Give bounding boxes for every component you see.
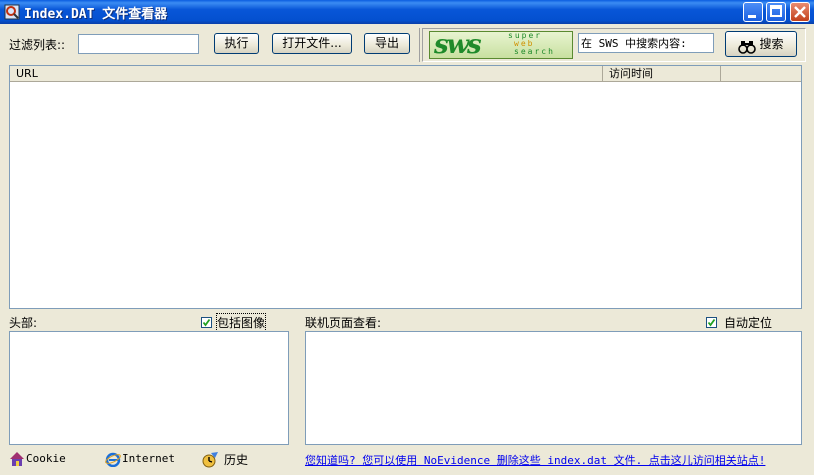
sws-search-button[interactable]: 搜索 [725, 31, 797, 57]
minimize-icon [748, 15, 756, 18]
binoculars-icon [738, 38, 757, 54]
url-list[interactable]: URL 访问时间 [9, 65, 802, 309]
window-title: Index.DAT 文件查看器 [24, 7, 168, 22]
noevidence-link[interactable]: 您知道吗? 您可以使用 NoEvidence 删除这些 index.dat 文件… [305, 452, 765, 468]
sws-search-label: 搜索 [759, 37, 784, 51]
headers-panel[interactable] [9, 331, 289, 445]
minimize-button[interactable] [743, 2, 763, 22]
column-header-url[interactable]: URL [10, 66, 603, 82]
filter-label: 过滤列表:: [9, 38, 66, 52]
history-icon [201, 451, 219, 472]
title-bar[interactable]: Index.DAT 文件查看器 [0, 0, 814, 24]
headers-label: 头部: [9, 316, 38, 330]
auto-locate-label[interactable]: 自动定位 [724, 314, 772, 331]
open-file-button[interactable]: 打开文件... [272, 33, 352, 54]
filter-input[interactable] [78, 34, 199, 54]
execute-button[interactable]: 执行 [214, 33, 259, 54]
tab-internet-label: Internet [122, 452, 175, 465]
sws-search-group: sws super web search 搜索 [422, 28, 806, 62]
tab-cookie-label: Cookie [26, 452, 66, 465]
sws-logo[interactable]: sws super web search [429, 30, 573, 60]
close-button[interactable] [790, 2, 810, 22]
auto-locate-checkbox[interactable] [706, 317, 717, 328]
column-header-visit-time[interactable]: 访问时间 [603, 66, 721, 82]
sws-logo-text: sws [434, 30, 482, 60]
checkmark-icon [707, 318, 716, 327]
sws-logo-word: search [514, 47, 555, 56]
sws-search-input[interactable] [578, 33, 714, 53]
maximize-icon [770, 5, 782, 17]
checkmark-icon [202, 318, 211, 327]
include-images-label[interactable]: 包括图像 [215, 313, 267, 332]
include-images-checkbox[interactable] [201, 317, 212, 328]
export-button[interactable]: 导出 [364, 33, 410, 54]
tab-history-label: 历史 [224, 453, 249, 467]
app-icon[interactable] [4, 4, 20, 20]
internet-explorer-icon [105, 451, 121, 470]
cookie-house-icon [9, 451, 25, 470]
close-icon [794, 6, 806, 18]
maximize-button[interactable] [766, 2, 786, 22]
column-header-extra[interactable] [721, 66, 801, 82]
preview-label: 联机页面查看: [305, 316, 382, 330]
preview-panel[interactable] [305, 331, 802, 445]
